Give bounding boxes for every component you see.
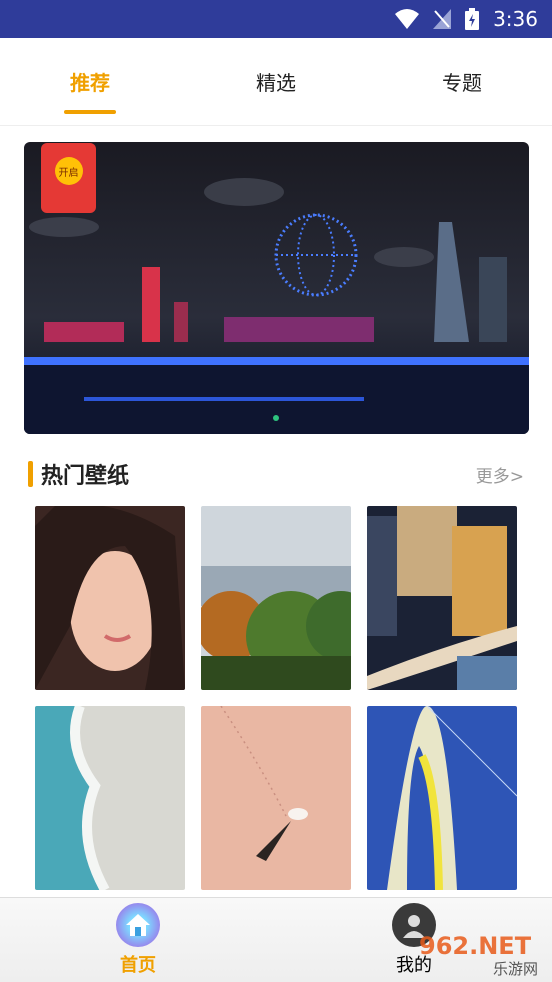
nav-home[interactable]: 首页	[0, 898, 276, 982]
watermark-text: 962.NET	[419, 932, 532, 960]
section-header: 热门壁纸 更多>	[28, 459, 524, 489]
no-signal-icon	[433, 9, 452, 29]
wallpaper-tile-trees[interactable]	[201, 506, 351, 690]
nav-home-label: 首页	[120, 955, 156, 976]
home-icon	[116, 903, 160, 947]
red-envelope-label: 开启	[54, 157, 83, 185]
watermark-subtext: 乐游网	[493, 960, 538, 978]
top-tabs: 推荐 精选 专题	[0, 38, 552, 126]
wallpaper-grid	[35, 506, 517, 890]
section-title: 热门壁纸	[41, 464, 130, 489]
banner-carousel[interactable]	[24, 142, 529, 434]
site-watermark: 962.NET 乐游网	[415, 928, 550, 978]
wallpaper-tile-beach-waves[interactable]	[35, 706, 185, 890]
battery-icon	[465, 8, 480, 30]
title-accent-bar	[28, 461, 33, 487]
wallpaper-tile-sand-umbrella[interactable]	[201, 706, 351, 890]
status-bar: 3:36	[0, 0, 552, 38]
status-time: 3:36	[493, 7, 538, 31]
tab-featured[interactable]: 精选	[256, 67, 296, 96]
tab-recommend[interactable]: 推荐	[64, 67, 116, 114]
wifi-icon	[395, 9, 420, 29]
tab-topics[interactable]: 专题	[442, 67, 482, 96]
banner-image	[24, 142, 529, 434]
wallpaper-tile-city-night[interactable]	[367, 506, 517, 690]
wallpaper-tile-portrait[interactable]	[35, 506, 185, 690]
more-link[interactable]: 更多>	[476, 462, 524, 487]
wallpaper-tile-bridge-arch[interactable]	[367, 706, 517, 890]
red-envelope-button[interactable]: 开启	[41, 143, 96, 213]
